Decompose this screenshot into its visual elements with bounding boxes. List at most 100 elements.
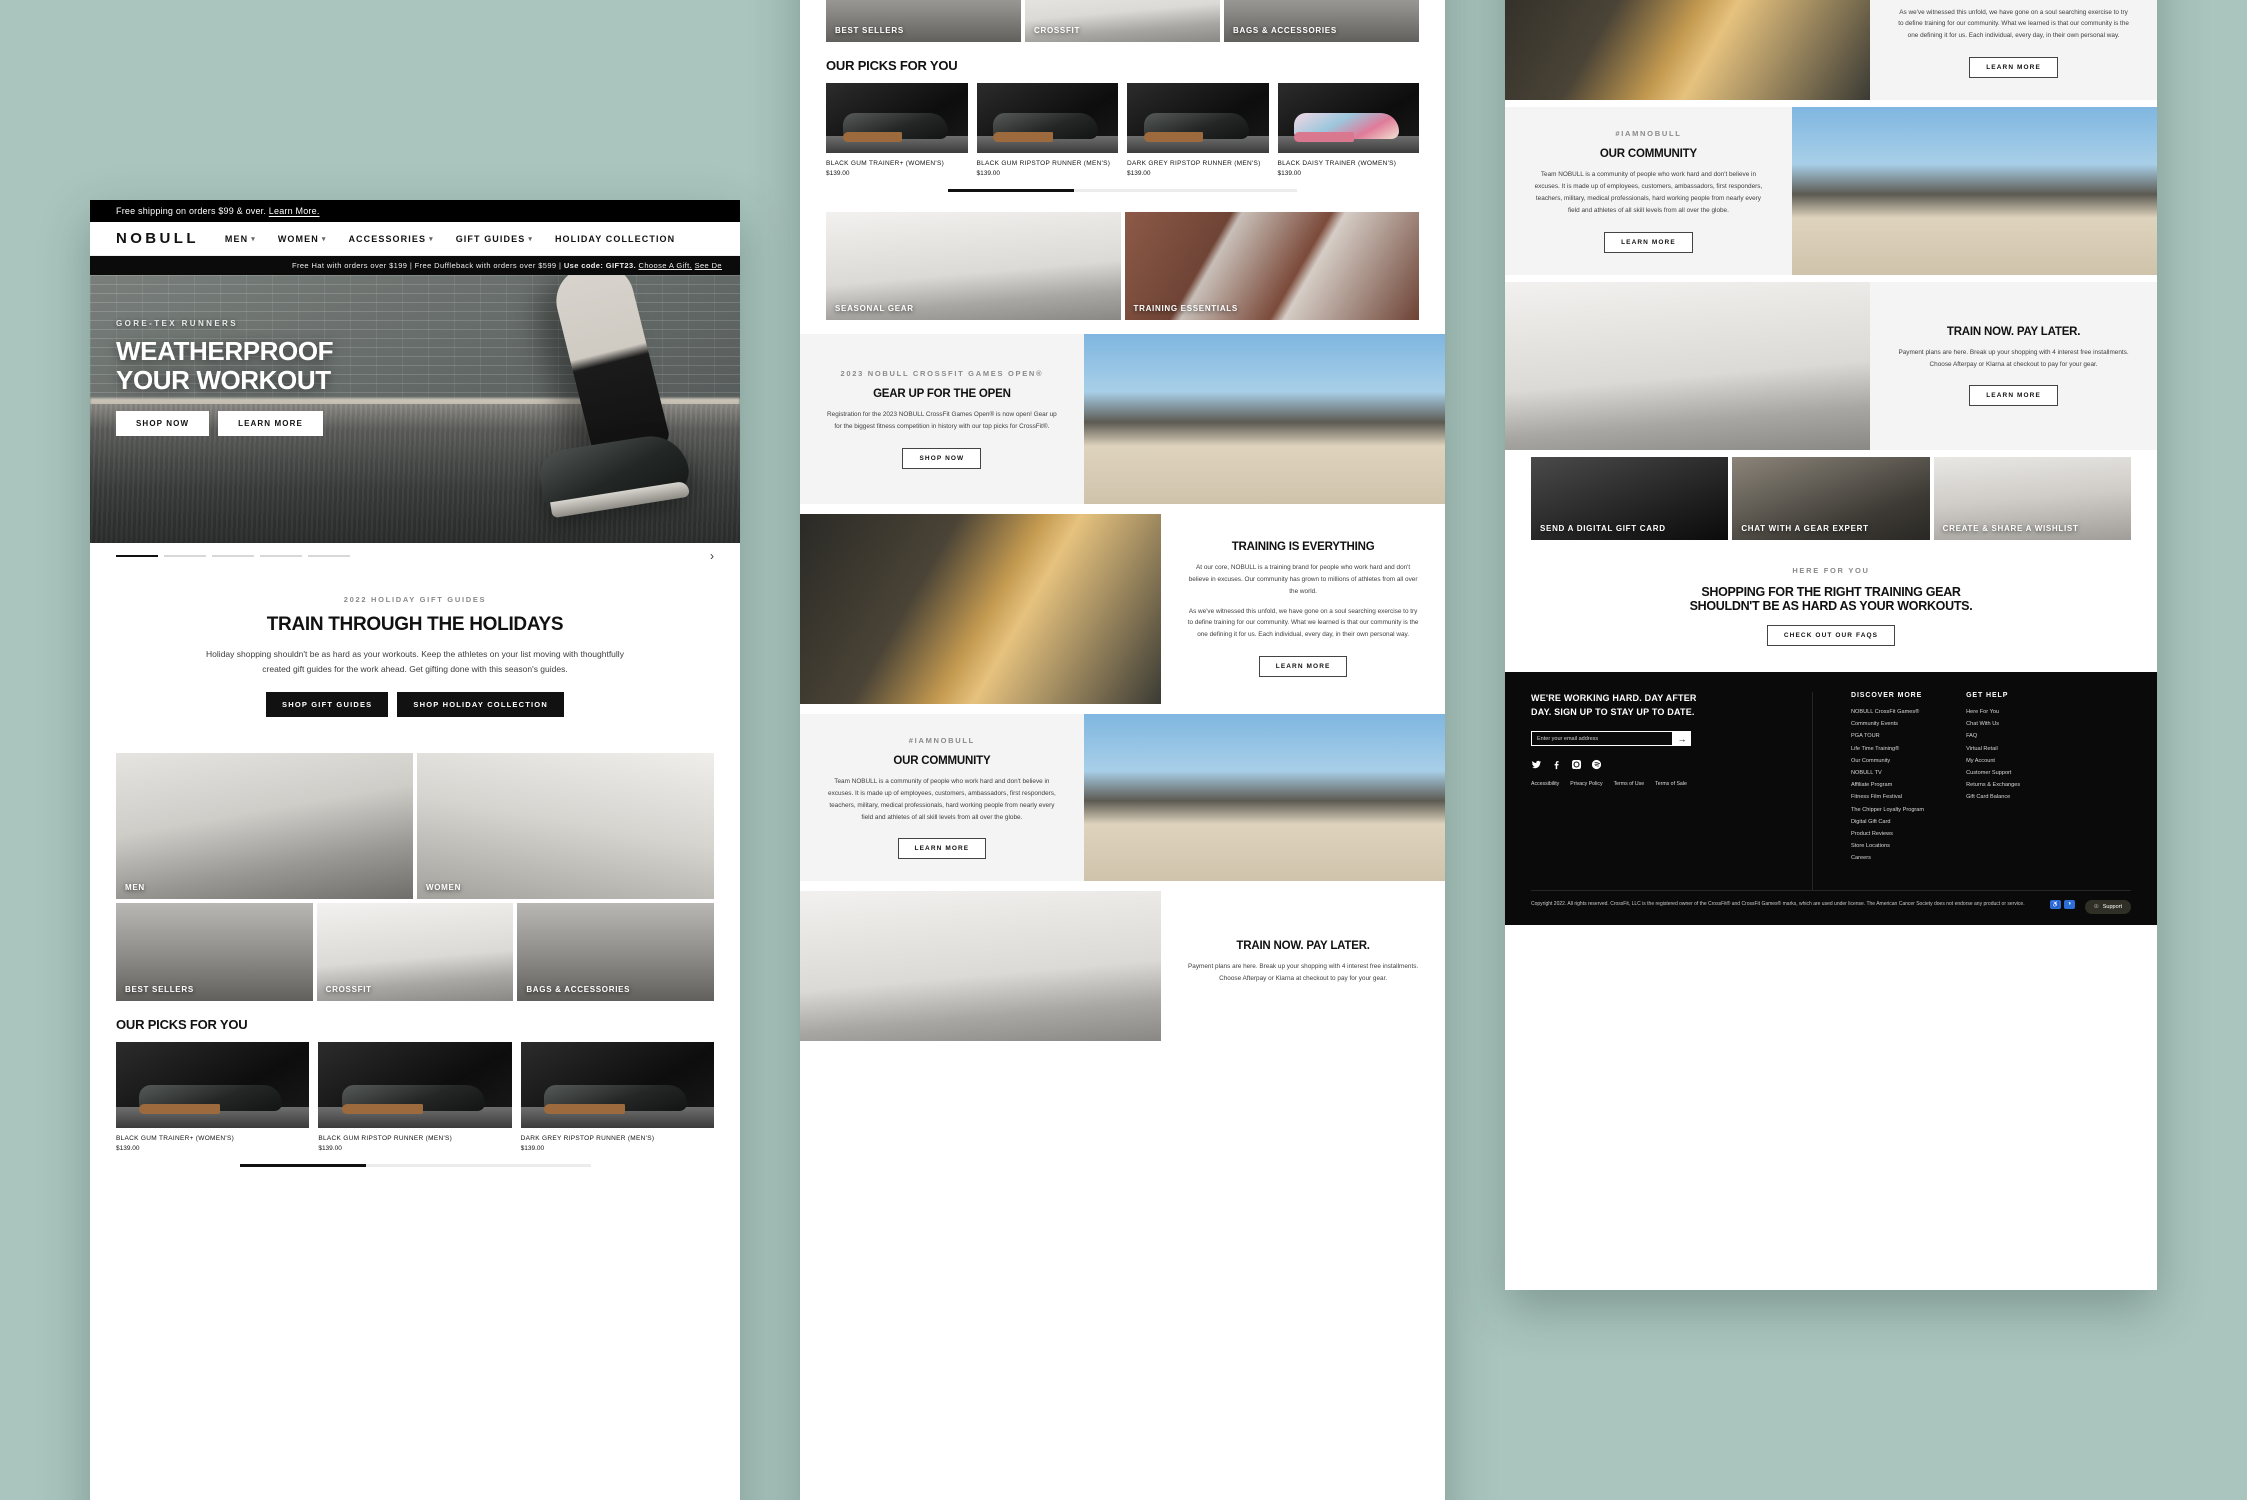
promo-choose-gift-link[interactable]: Choose A Gift. — [639, 261, 693, 270]
instagram-icon[interactable] — [1571, 759, 1582, 770]
product-card[interactable]: BLACK GUM RIPSTOP RUNNER (MEN'S) $139.00 — [976, 83, 1118, 177]
collection-tile-seasonal-gear[interactable]: SEASONAL GEAR — [826, 212, 1121, 320]
service-tile-gift-card[interactable]: SEND A DIGITAL GIFT CARD — [1531, 457, 1729, 541]
footer-link[interactable]: FAQ — [1966, 733, 2020, 739]
copyright-text: Copyright 2022. All rights reserved. Cro… — [1531, 900, 2025, 907]
category-tile-women[interactable]: WOMEN — [417, 753, 714, 900]
hero-learn-more-button[interactable]: LEARN MORE — [218, 411, 323, 437]
category-tile-bags-accessories[interactable]: BAGS & ACCESSORIES — [517, 903, 714, 1002]
category-tile-best-sellers[interactable]: BEST SELLERS — [826, 0, 1021, 42]
footer-link[interactable]: Here For You — [1966, 709, 2020, 715]
faq-check-out-button[interactable]: CHECK OUT OUR FAQS — [1766, 625, 1896, 647]
open-section-shop-now-button[interactable]: SHOP NOW — [902, 447, 982, 469]
community-section-learn-more-button[interactable]: LEARN MORE — [897, 838, 987, 860]
category-tile-crossfit[interactable]: CROSSFIT — [316, 903, 514, 1002]
category-tile-crossfit[interactable]: CROSSFIT — [1025, 0, 1220, 42]
product-card[interactable]: BLACK GUM RIPSTOP RUNNER (MEN'S) $139.00 — [318, 1042, 512, 1152]
community-section-learn-more-button[interactable]: LEARN MORE — [1604, 231, 1693, 253]
nav-item-women[interactable]: WOMEN ▾ — [278, 234, 327, 244]
open-section-copy: 2023 NOBULL CROSSFIT GAMES OPEN® GEAR UP… — [800, 334, 1084, 504]
carousel-dot-2[interactable] — [164, 555, 206, 557]
footer-legal-privacy-policy[interactable]: Privacy Policy — [1570, 781, 1602, 787]
picks-scrollbar[interactable] — [948, 189, 1297, 192]
footer-link[interactable]: Life Time Training® — [1851, 746, 1924, 752]
nav-item-holiday-collection[interactable]: HOLIDAY COLLECTION — [555, 234, 675, 244]
footer-link[interactable]: NOBULL CrossFit Games® — [1851, 709, 1924, 715]
carousel-dot-1[interactable] — [116, 555, 158, 557]
nav-item-men[interactable]: MEN ▾ — [225, 234, 256, 244]
paylater-section-learn-more-button[interactable]: LEARN MORE — [1969, 385, 2058, 407]
product-card[interactable]: BLACK GUM TRAINER+ (WOMEN'S) $139.00 — [826, 83, 968, 177]
training-section-learn-more-button[interactable]: LEARN MORE — [1258, 656, 1348, 678]
email-submit-button[interactable]: → — [1673, 731, 1691, 747]
accessibility-badge-icon[interactable]: ♿ — [2049, 899, 2061, 909]
picks-scrollbar-thumb[interactable] — [948, 189, 1074, 192]
category-tile-men[interactable]: MEN — [116, 753, 413, 900]
footer-link[interactable]: Returns & Exchanges — [1966, 782, 2020, 788]
footer-link[interactable]: Our Community — [1851, 758, 1924, 764]
promo-see-details-link[interactable]: See De — [695, 261, 722, 270]
category-tile-bags-accessories[interactable]: BAGS & ACCESSORIES — [1224, 0, 1419, 42]
product-card[interactable]: BLACK DAISY TRAINER (WOMEN'S) $139.00 — [1277, 83, 1419, 177]
product-card[interactable]: DARK GREY RIPSTOP RUNNER (MEN'S) $139.00 — [1127, 83, 1269, 177]
product-name: DARK GREY RIPSTOP RUNNER (MEN'S) — [520, 1135, 655, 1143]
hero-shop-now-button[interactable]: SHOP NOW — [116, 411, 210, 437]
service-tile-gear-expert[interactable]: CHAT WITH A GEAR EXPERT — [1732, 457, 1930, 541]
footer-link[interactable]: Careers — [1851, 855, 1924, 861]
hero-title-line-2: YOUR WORKOUT — [116, 365, 331, 396]
spotify-icon[interactable] — [1591, 759, 1602, 770]
product-name: BLACK GUM RIPSTOP RUNNER (MEN'S) — [318, 1135, 453, 1143]
product-card[interactable]: BLACK GUM TRAINER+ (WOMEN'S) $139.00 — [116, 1042, 310, 1152]
carousel-dot-3[interactable] — [212, 555, 254, 557]
footer-link[interactable]: The Chipper Loyalty Program — [1851, 807, 1924, 813]
community-section: #IAMNOBULL OUR COMMUNITY Team NOBULL is … — [1505, 107, 2157, 276]
chevron-right-icon[interactable]: › — [710, 549, 714, 563]
footer-link[interactable]: NOBULL TV — [1851, 770, 1924, 776]
footer-link[interactable]: Virtual Retail — [1966, 746, 2020, 752]
twitter-icon[interactable] — [1531, 759, 1542, 770]
nav-item-accessories[interactable]: ACCESSORIES ▾ — [348, 234, 433, 244]
footer-link[interactable]: Fitness Film Festival — [1851, 794, 1924, 800]
email-signup-form: → — [1531, 731, 1691, 747]
nobull-logo[interactable]: NOBULL — [116, 230, 199, 247]
carousel-dot-4[interactable] — [260, 555, 302, 557]
service-tile-gift-card-label: SEND A DIGITAL GIFT CARD — [1540, 524, 1666, 534]
footer-link[interactable]: Chat With Us — [1966, 721, 2020, 727]
product-card[interactable]: DARK GREY RIPSTOP RUNNER (MEN'S) $139.00 — [520, 1042, 714, 1152]
community-section-eyebrow: #IAMNOBULL — [1615, 129, 1682, 139]
nav-item-gift-guides[interactable]: GIFT GUIDES ▾ — [456, 234, 533, 244]
collection-tile-training-essentials[interactable]: TRAINING ESSENTIALS — [1124, 212, 1419, 320]
carousel-dot-5[interactable] — [308, 555, 350, 557]
footer-link[interactable]: Digital Gift Card — [1851, 819, 1924, 825]
shop-gift-guides-button[interactable]: SHOP GIFT GUIDES — [266, 692, 389, 718]
footer-link[interactable]: Community Events — [1851, 721, 1924, 727]
footer-link[interactable]: Affiliate Program — [1851, 782, 1924, 788]
footer-link[interactable]: Store Locations — [1851, 843, 1924, 849]
service-tile-wishlist[interactable]: CREATE & SHARE A WISHLIST — [1933, 457, 2131, 541]
footer-link[interactable]: Product Reviews — [1851, 831, 1924, 837]
facebook-icon[interactable] — [1551, 759, 1562, 770]
footer-link[interactable]: PGA TOUR — [1851, 733, 1924, 739]
email-input[interactable] — [1531, 731, 1673, 747]
headset-icon: ☉ — [2093, 903, 2099, 910]
community-section-body: Team NOBULL is a community of people who… — [1534, 171, 1763, 214]
contrast-badge-icon[interactable]: ◑ — [2063, 899, 2075, 909]
footer-link[interactable]: Gift Card Balance — [1966, 794, 2020, 800]
support-button[interactable]: ☉ Support — [2084, 899, 2131, 914]
footer-column-discover-more: DISCOVER MORE NOBULL CrossFit Games® Com… — [1851, 692, 1924, 867]
paylater-section-copy: TRAIN NOW. PAY LATER. Payment plans are … — [1161, 891, 1445, 1041]
training-section-learn-more-button[interactable]: LEARN MORE — [1969, 57, 2058, 79]
browser-panel-homepage-top: Free shipping on orders $99 & over. Lear… — [90, 200, 740, 1500]
picks-scrollbar-thumb[interactable] — [239, 1164, 366, 1168]
category-tile-best-sellers[interactable]: BEST SELLERS — [116, 903, 313, 1002]
collection-tile-seasonal-gear-label: SEASONAL GEAR — [835, 304, 914, 313]
product-price: $139.00 — [826, 170, 850, 177]
picks-scrollbar[interactable] — [239, 1164, 591, 1168]
footer-legal-terms-of-use[interactable]: Terms of Use — [1614, 781, 1645, 787]
announcement-learn-more-link[interactable]: Learn More. — [269, 206, 320, 216]
footer-link[interactable]: Customer Support — [1966, 770, 2020, 776]
shop-holiday-collection-button[interactable]: SHOP HOLIDAY COLLECTION — [397, 692, 564, 718]
footer-legal-accessibility[interactable]: Accessibility — [1531, 781, 1559, 787]
footer-legal-terms-of-sale[interactable]: Terms of Sale — [1655, 781, 1687, 787]
footer-link[interactable]: My Account — [1966, 758, 2020, 764]
